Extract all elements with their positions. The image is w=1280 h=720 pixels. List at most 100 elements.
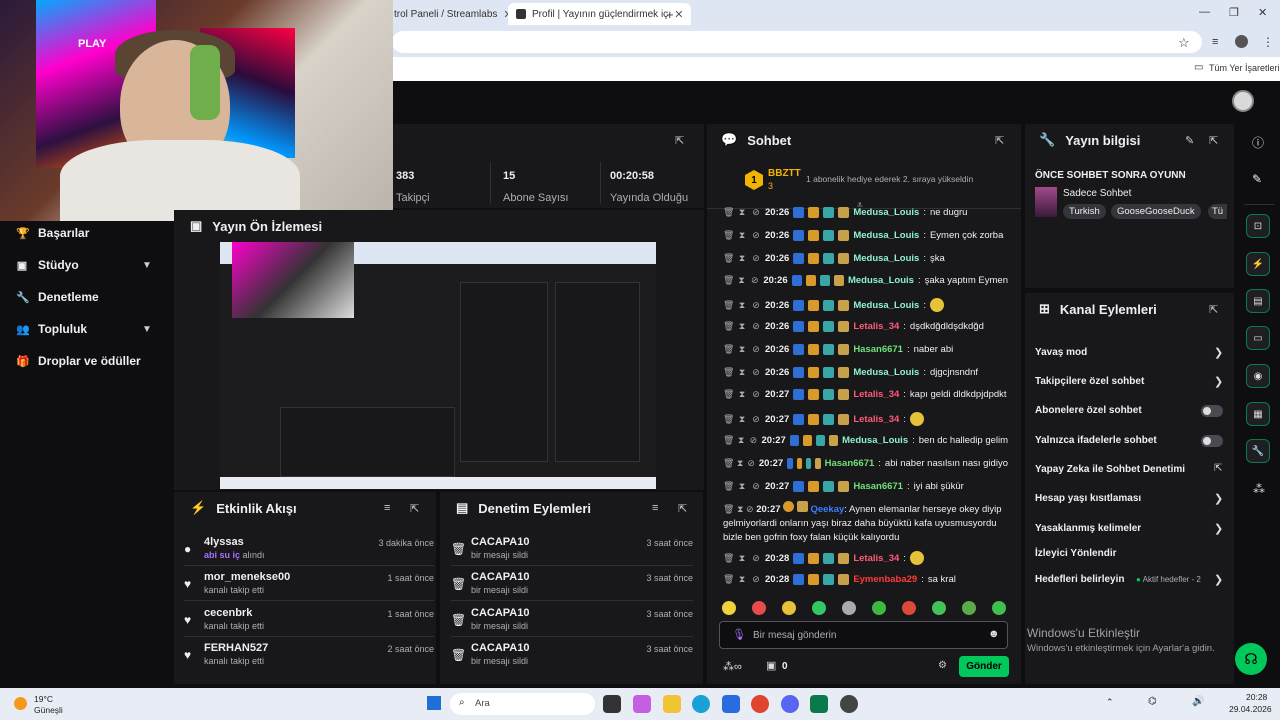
chevron-right-icon[interactable]: ❯ — [1214, 492, 1223, 505]
ban-icon[interactable]: ⊘ — [751, 321, 761, 332]
profile-icon[interactable] — [1235, 35, 1248, 48]
popout-icon[interactable]: ⇱ — [678, 502, 687, 515]
timeout-icon[interactable]: ⧗ — [737, 300, 747, 311]
windows-start-icon[interactable] — [427, 696, 441, 710]
timeout-icon[interactable]: ⧗ — [737, 414, 747, 425]
popout-icon[interactable]: ⇱ — [410, 502, 419, 515]
browser-tab[interactable]: trol Paneli / Streamlabs✕ — [394, 4, 513, 24]
popout-icon[interactable]: ⇱ — [1209, 134, 1218, 147]
ban-icon[interactable]: ⊘ — [747, 458, 755, 469]
chat-message[interactable]: 🗑 ⧗ ⊘ 20:26 Medusa_Louis: Eymen çok zorba — [723, 229, 1008, 241]
nav-item-community[interactable]: 👥 Topluluk ▼ — [16, 322, 152, 336]
emote-icon[interactable] — [752, 601, 766, 615]
chat-username[interactable]: Medusa_Louis — [853, 367, 919, 378]
chat-message[interactable]: 🗑 ⧗ ⊘ 20:26 Hasan6671: naber abi — [723, 343, 1008, 355]
emote-icon[interactable] — [812, 601, 826, 615]
chat-username[interactable]: Medusa_Louis — [853, 300, 919, 311]
trash-icon[interactable]: 🗑 — [723, 275, 734, 286]
edge-icon[interactable] — [692, 695, 710, 713]
emote-icon[interactable] — [962, 601, 976, 615]
timeout-icon[interactable]: ⧗ — [737, 367, 747, 378]
chat-username[interactable]: Medusa_Louis — [848, 275, 914, 286]
chat-username[interactable]: Letalis_34 — [853, 389, 899, 400]
close-window-icon[interactable]: ✕ — [1258, 6, 1267, 19]
chat-username[interactable]: Medusa_Louis — [853, 253, 919, 264]
chat-username[interactable]: Medusa_Louis — [842, 435, 908, 446]
bits-icon[interactable]: ⁂ — [1253, 482, 1265, 496]
ban-icon[interactable]: ⊘ — [751, 389, 761, 400]
category-boxart[interactable] — [1035, 187, 1057, 217]
weather-sun-icon[interactable] — [14, 697, 27, 710]
settings-gear-icon[interactable]: ⚙ — [938, 660, 947, 671]
timeout-icon[interactable]: ⧗ — [737, 207, 747, 218]
emote-icon[interactable] — [782, 601, 796, 615]
trash-icon[interactable]: 🗑 — [723, 344, 734, 355]
nav-item-moderation[interactable]: 🔧 Denetleme — [16, 290, 99, 304]
chat-message[interactable]: 🗑 ⧗ ⊘ 20:27 Letalis_34: — [723, 412, 1008, 427]
timeout-icon[interactable]: ⧗ — [737, 275, 746, 286]
ban-icon[interactable]: ⊘ — [751, 207, 761, 218]
tag-chip[interactable]: GooseGooseDuck — [1111, 204, 1201, 219]
microphone-icon[interactable]: 🎙 — [732, 628, 746, 641]
clipboard-icon[interactable]: ▤ — [1246, 289, 1270, 313]
taskbar-search[interactable]: ⌕ Ara — [450, 693, 595, 715]
emoji-icon[interactable]: ☻ — [988, 628, 1000, 640]
chat-message[interactable]: 🗑 ⧗ ⊘ 20:28 Eymenbaba29: sa kral — [723, 573, 1008, 585]
edit-pencil-icon[interactable]: ✎ — [1185, 134, 1194, 147]
wrench-icon[interactable]: 🔧 — [1246, 439, 1270, 463]
chevron-right-icon[interactable]: ❯ — [1214, 346, 1223, 359]
emote-icon[interactable] — [932, 601, 946, 615]
timeout-icon[interactable]: ⧗ — [737, 574, 747, 585]
emote-icon[interactable] — [842, 601, 856, 615]
timeout-icon[interactable]: ⧗ — [737, 458, 743, 469]
filter-icon[interactable]: ≡ — [652, 502, 658, 514]
chat-message[interactable]: 🗑 ⧗ ⊘ 20:26 Medusa_Louis: djgcjnsndnf — [723, 366, 1008, 378]
nav-item-drops[interactable]: 🎁 Droplar ve ödüller — [16, 354, 141, 368]
browser-tab-active[interactable]: Profil | Yayının güçlendirmek iç ✕ — [508, 3, 692, 25]
chevron-right-icon[interactable]: ❯ — [1214, 375, 1223, 388]
nav-item-studio[interactable]: ▣ Stüdyo ▼ — [16, 258, 152, 272]
help-button[interactable]: ☊ — [1235, 643, 1267, 675]
layout-icon[interactable]: ▦ — [1246, 402, 1270, 426]
quick-action-icon[interactable]: ⊡ — [1246, 214, 1270, 238]
follower-only-label[interactable]: Takipçilere özel sohbet — [1035, 376, 1144, 387]
volume-icon[interactable]: 🔊 — [1192, 696, 1204, 707]
chat-message[interactable]: 🗑 ⧗ ⊘ 20:28 Letalis_34: — [723, 551, 1008, 565]
chat-message[interactable]: 🗑 ⧗ ⊘ 20:26 Letalis_34: dşdkdğdldşdkdğd — [723, 321, 1008, 332]
chat-username[interactable]: Hasan6671 — [853, 481, 903, 492]
minimize-icon[interactable]: — — [1199, 6, 1210, 18]
trash-icon[interactable]: 🗑 — [723, 553, 734, 564]
discord-icon[interactable] — [781, 695, 799, 713]
file-explorer-icon[interactable] — [663, 695, 681, 713]
user-avatar[interactable] — [1232, 90, 1254, 112]
network-icon[interactable]: ⌬ — [1148, 696, 1157, 707]
ban-icon[interactable]: ⊘ — [751, 414, 761, 425]
taskbar-app-icon[interactable] — [633, 695, 651, 713]
ban-icon[interactable]: ⊘ — [751, 300, 761, 311]
popout-icon[interactable]: ⇱ — [675, 134, 684, 147]
send-button[interactable]: Gönder — [959, 656, 1009, 677]
chat-username[interactable]: Medusa_Louis — [853, 230, 919, 241]
stream-category[interactable]: Sadece Sohbet — [1063, 188, 1131, 199]
trash-icon[interactable]: 🗑 — [723, 207, 734, 218]
trash-icon[interactable]: 🗑 — [723, 435, 734, 446]
ban-icon[interactable]: ⊘ — [751, 553, 761, 564]
clock-time[interactable]: 20:28 — [1246, 692, 1267, 702]
clock-date[interactable]: 29.04.2026 — [1229, 704, 1272, 714]
top-gifter-name[interactable]: BBZTT — [768, 168, 801, 179]
activity-item[interactable]: ♥ FERHAN527 kanalı takip etti 2 saat önce — [184, 642, 434, 676]
account-age-label[interactable]: Hesap yaşı kısıtlaması — [1035, 493, 1141, 504]
chrome-icon[interactable] — [751, 695, 769, 713]
broadcast-icon[interactable]: ◉ — [1246, 364, 1270, 388]
tag-chip[interactable]: Tü — [1208, 204, 1228, 219]
emote-icon[interactable] — [872, 601, 886, 615]
ban-icon[interactable]: ⊘ — [751, 253, 761, 264]
edit-pencil-icon[interactable]: ✎ — [1252, 172, 1262, 186]
new-tab-button[interactable]: + — [666, 4, 674, 24]
streamlabs-icon[interactable] — [810, 695, 828, 713]
info-icon[interactable]: ⓘ — [1252, 134, 1264, 151]
chevron-right-icon[interactable]: ❯ — [1214, 522, 1223, 535]
trash-icon[interactable]: 🗑 — [723, 367, 734, 378]
ban-icon[interactable]: ⊘ — [751, 481, 761, 492]
sub-only-toggle[interactable] — [1201, 405, 1223, 417]
